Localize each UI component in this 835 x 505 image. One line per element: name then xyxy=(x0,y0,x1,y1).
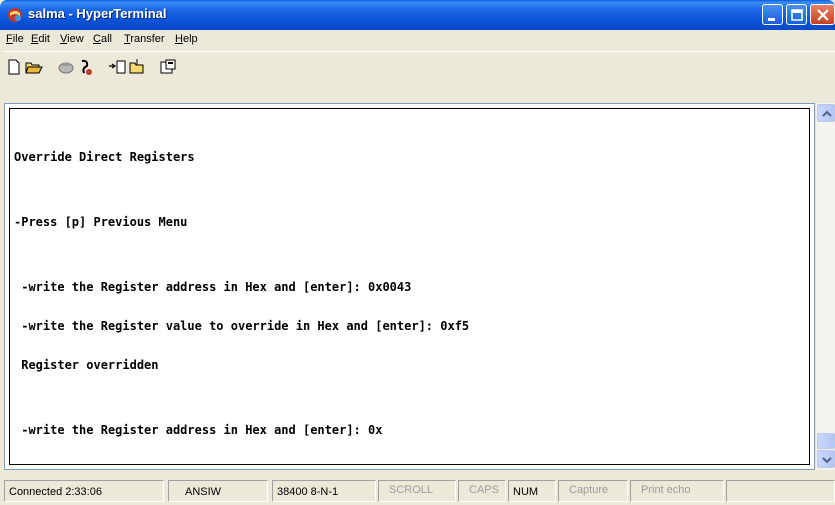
open-icon[interactable] xyxy=(24,58,44,76)
menu-edit[interactable]: Edit xyxy=(31,33,50,45)
menu-transfer[interactable]: Transfer xyxy=(124,33,165,45)
chevron-down-icon xyxy=(822,457,832,464)
toolbar xyxy=(4,51,835,81)
status-caps: CAPS xyxy=(458,480,506,502)
terminal-line: -write the Register address in Hex and [… xyxy=(14,423,383,437)
terminal-line: -write the Register value to override in… xyxy=(14,319,470,333)
title-bar[interactable]: salma - HyperTerminal xyxy=(0,0,835,30)
connect-icon[interactable] xyxy=(56,58,76,76)
close-button[interactable] xyxy=(810,4,835,25)
menu-view[interactable]: View xyxy=(60,33,84,45)
terminal-line: Register overridden xyxy=(14,358,159,372)
disconnect-icon[interactable] xyxy=(76,58,96,76)
menu-call[interactable]: Call xyxy=(93,33,112,45)
chevron-up-icon xyxy=(822,110,832,117)
status-print-echo: Print echo xyxy=(630,480,724,502)
status-bar: Connected 2:33:06 ANSIW 38400 8-N-1 SCRO… xyxy=(4,478,835,505)
receive-icon[interactable] xyxy=(128,58,148,76)
terminal-line: -Press [p] Previous Menu xyxy=(14,215,188,229)
maximize-icon xyxy=(791,9,803,21)
menu-file[interactable]: File xyxy=(6,33,24,45)
status-port: 38400 8-N-1 xyxy=(272,480,376,502)
status-emulation: ANSIW xyxy=(168,480,268,502)
menu-bar: File Edit View Call Transfer Help xyxy=(4,30,835,50)
terminal-line: -write the Register address in Hex and [… xyxy=(14,280,412,294)
status-num: NUM xyxy=(508,480,556,502)
window-title: salma - HyperTerminal xyxy=(28,6,167,21)
new-icon[interactable] xyxy=(4,58,24,76)
status-capture: Capture xyxy=(558,480,628,502)
terminal-output: Override Direct Registers -Press [p] Pre… xyxy=(14,125,469,463)
send-icon[interactable] xyxy=(108,58,128,76)
menu-help[interactable]: Help xyxy=(175,33,198,45)
maximize-button[interactable] xyxy=(786,4,807,25)
minimize-icon xyxy=(768,18,775,21)
scroll-down-button[interactable] xyxy=(817,450,835,468)
properties-icon[interactable] xyxy=(158,58,178,76)
terminal-screen[interactable]: Override Direct Registers -Press [p] Pre… xyxy=(9,108,810,465)
status-connected: Connected 2:33:06 xyxy=(4,480,164,502)
hyperterminal-window: salma - HyperTerminal File Edit View Cal… xyxy=(0,0,835,505)
hyperterminal-app-icon xyxy=(8,8,22,22)
minimize-button[interactable] xyxy=(762,4,783,25)
scroll-up-button[interactable] xyxy=(817,104,835,122)
status-scroll: SCROLL xyxy=(378,480,456,502)
terminal-line: Override Direct Registers xyxy=(14,150,195,164)
status-empty xyxy=(726,480,835,502)
close-icon xyxy=(817,9,829,21)
terminal-frame: Override Direct Registers -Press [p] Pre… xyxy=(4,103,815,470)
vertical-scrollbar[interactable] xyxy=(815,103,835,470)
scroll-thumb[interactable] xyxy=(817,433,835,449)
